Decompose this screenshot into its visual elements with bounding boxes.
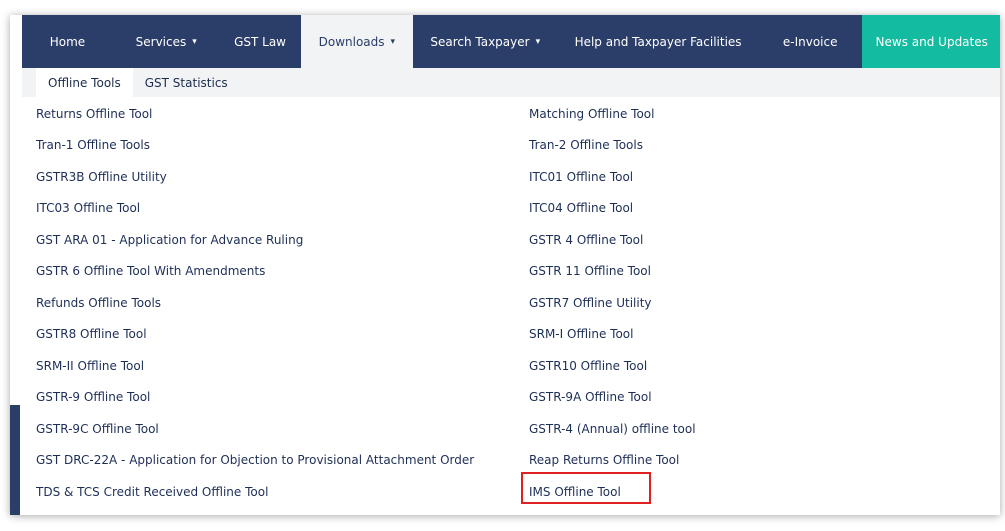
nav-news-updates-label: News and Updates [875,34,988,49]
nav-home-label: Home [49,34,86,49]
chevron-down-icon: ▾ [192,36,197,47]
tool-link-matching[interactable]: Matching Offline Tool [529,106,654,122]
tool-link-tran2[interactable]: Tran-2 Offline Tools [529,137,643,153]
left-edge-strip [10,15,22,515]
tab-offline-tools-label: Offline Tools [48,75,121,90]
chevron-down-icon: ▾ [390,36,396,47]
tool-link-tds-tcs-credit[interactable]: TDS & TCS Credit Received Offline Tool [36,484,268,500]
tool-link-gstr9[interactable]: GSTR-9 Offline Tool [36,389,150,405]
tool-link-gst-drc22a[interactable]: GST DRC-22A - Application for Objection … [36,452,474,468]
tool-link-gstr6[interactable]: GSTR 6 Offline Tool With Amendments [36,263,265,279]
downloads-subnav: Offline Tools GST Statistics [22,68,1000,97]
tool-link-itc01[interactable]: ITC01 Offline Tool [529,169,633,185]
nav-e-invoice[interactable]: e-Invoice [759,15,862,68]
left-edge-dark-bar [10,405,20,515]
tab-gst-statistics-label: GST Statistics [144,75,228,90]
ims-offline-tool-highlight-box [521,472,651,504]
tool-link-returns-offline[interactable]: Returns Offline Tool [36,106,152,122]
tool-link-itc04[interactable]: ITC04 Offline Tool [529,200,633,216]
tool-link-gstr10[interactable]: GSTR10 Offline Tool [529,358,647,374]
tool-link-srm-i[interactable]: SRM-I Offline Tool [529,326,633,342]
tab-offline-tools[interactable]: Offline Tools [36,68,133,97]
tab-gst-statistics[interactable]: GST Statistics [133,68,240,97]
tool-link-gstr4-annual[interactable]: GSTR-4 (Annual) offline tool [529,421,696,437]
tool-link-gstr3b[interactable]: GSTR3B Offline Utility [36,169,167,185]
nav-gst-law-label: GST Law [234,34,286,49]
tool-link-refunds[interactable]: Refunds Offline Tools [36,295,161,311]
tool-link-gstr8[interactable]: GSTR8 Offline Tool [36,326,147,342]
nav-search-taxpayer-label: Search Taxpayer [430,34,530,49]
tool-link-gstr4[interactable]: GSTR 4 Offline Tool [529,232,643,248]
nav-search-taxpayer[interactable]: Search Taxpayer ▾ [413,15,557,68]
nav-e-invoice-label: e-Invoice [782,34,838,49]
main-navbar: Home Services ▾ GST Law Downloads ▾ Sear… [22,15,1000,68]
tool-link-gstr9c[interactable]: GSTR-9C Offline Tool [36,421,159,437]
nav-help-facilities-label: Help and Taxpayer Facilities [574,34,742,49]
tool-link-gstr11[interactable]: GSTR 11 Offline Tool [529,263,651,279]
tool-link-tran1[interactable]: Tran-1 Offline Tools [36,137,150,153]
page-frame: Home Services ▾ GST Law Downloads ▾ Sear… [10,15,1000,515]
nav-downloads-label: Downloads [318,34,385,49]
nav-downloads[interactable]: Downloads ▾ [300,15,414,68]
chevron-down-icon: ▾ [535,36,541,47]
nav-services-label: Services [135,34,187,49]
nav-help-facilities[interactable]: Help and Taxpayer Facilities [557,15,758,68]
nav-news-updates[interactable]: News and Updates [861,15,1000,68]
nav-home[interactable]: Home [22,15,113,68]
tool-link-gstr9a[interactable]: GSTR-9A Offline Tool [529,389,652,405]
nav-gst-law[interactable]: GST Law [220,15,301,68]
tool-link-gst-ara01[interactable]: GST ARA 01 - Application for Advance Rul… [36,232,303,248]
tool-link-reap-returns[interactable]: Reap Returns Offline Tool [529,452,679,468]
tool-link-srm-ii[interactable]: SRM-II Offline Tool [36,358,144,374]
tool-link-itc03[interactable]: ITC03 Offline Tool [36,200,140,216]
nav-services[interactable]: Services ▾ [113,15,220,68]
tool-link-gstr7[interactable]: GSTR7 Offline Utility [529,295,652,311]
